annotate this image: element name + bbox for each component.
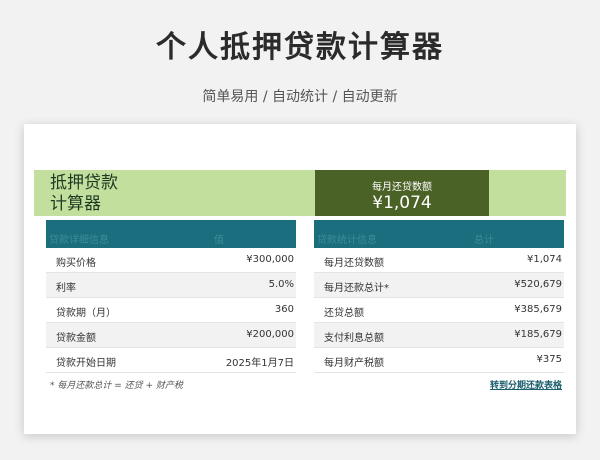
- calculator-title: 抵押贷款 计算器: [50, 173, 118, 215]
- row-value[interactable]: 5.0%: [269, 279, 294, 290]
- table-row: 每月财产税额 ¥375: [314, 348, 564, 373]
- calculator-title-line1: 抵押贷款: [50, 173, 118, 193]
- table-row: 利率 5.0%: [46, 273, 296, 298]
- monthly-payment-box: 每月还贷数额 ¥1,074: [315, 170, 489, 216]
- row-value[interactable]: ¥200,000: [246, 329, 294, 340]
- table-row: 贷款金额 ¥200,000: [46, 323, 296, 348]
- calculator-card: 抵押贷款 计算器 每月还贷数额 ¥1,074 贷款详细信息 值 购买价格 ¥30…: [24, 124, 576, 434]
- calculator-title-line2: 计算器: [50, 194, 101, 214]
- loan-stats-header: 贷款统计信息 总计: [314, 220, 564, 248]
- page-title: 个人抵押贷款计算器: [156, 30, 444, 65]
- table-row: 每月还贷数额 ¥1,074: [314, 248, 564, 273]
- row-value[interactable]: ¥300,000: [246, 254, 294, 265]
- row-value[interactable]: 2025年1月7日: [226, 354, 294, 369]
- row-label: 每月还贷数额: [324, 258, 384, 269]
- row-label: 每月还款总计*: [324, 283, 389, 294]
- page-subtitle: 简单易用 / 自动统计 / 自动更新: [202, 89, 398, 105]
- table-row: 还贷总额 ¥385,679: [314, 298, 564, 323]
- row-value[interactable]: 360: [275, 304, 294, 315]
- row-label: 每月财产税额: [324, 358, 384, 369]
- row-value: ¥375: [536, 354, 562, 365]
- row-value: ¥520,679: [514, 279, 562, 290]
- row-value: ¥385,679: [514, 304, 562, 315]
- calculator-banner: 抵押贷款 计算器 每月还贷数额 ¥1,074: [34, 170, 566, 216]
- table-row: 购买价格 ¥300,000: [46, 248, 296, 273]
- row-label: 支付利息总额: [324, 333, 384, 344]
- loan-stats-header-total: 总计: [474, 235, 494, 246]
- loan-details-header: 贷款详细信息 值: [46, 220, 296, 248]
- table-row: 每月还款总计* ¥520,679: [314, 273, 564, 298]
- footnote: * 每月还款总计 = 还贷 + 财产税: [50, 381, 183, 391]
- row-label: 还贷总额: [324, 308, 364, 319]
- loan-stats-table: 贷款统计信息 总计 每月还贷数额 ¥1,074 每月还款总计* ¥520,679…: [314, 220, 564, 373]
- row-value: ¥1,074: [527, 254, 562, 265]
- row-label: 贷款金额: [56, 333, 96, 344]
- row-label: 贷款期（月）: [56, 308, 116, 319]
- loan-details-table: 贷款详细信息 值 购买价格 ¥300,000 利率 5.0% 贷款期（月） 36…: [46, 220, 296, 373]
- row-label: 购买价格: [56, 258, 96, 269]
- loan-stats-header-label: 贷款统计信息: [317, 235, 377, 246]
- table-row: 贷款开始日期 2025年1月7日: [46, 348, 296, 373]
- row-value: ¥185,679: [514, 329, 562, 340]
- row-label: 贷款开始日期: [56, 358, 116, 369]
- loan-details-header-label: 贷款详细信息: [49, 235, 109, 246]
- amortization-table-link[interactable]: 转到分期还款表格: [490, 378, 562, 391]
- table-row: 支付利息总额 ¥185,679: [314, 323, 564, 348]
- loan-details-header-value: 值: [214, 235, 224, 246]
- row-label: 利率: [56, 283, 76, 294]
- table-row: 贷款期（月） 360: [46, 298, 296, 323]
- monthly-payment-value: ¥1,074: [372, 193, 432, 213]
- monthly-payment-label: 每月还贷数额: [372, 182, 432, 193]
